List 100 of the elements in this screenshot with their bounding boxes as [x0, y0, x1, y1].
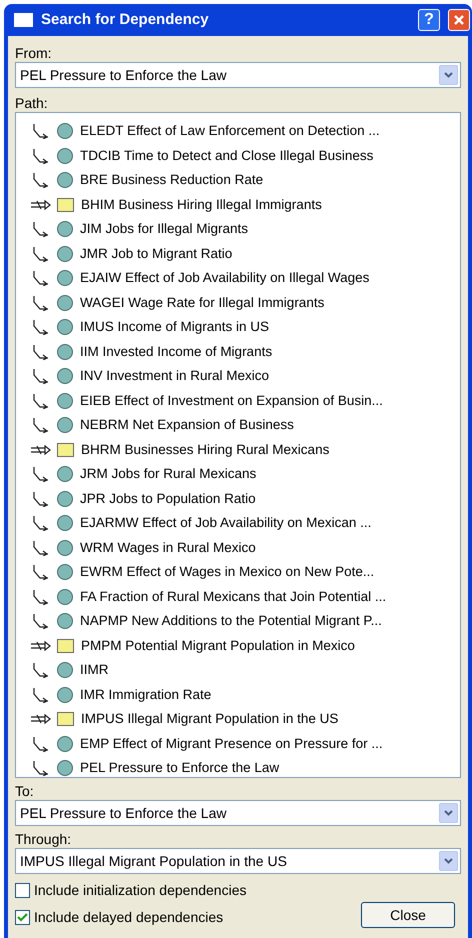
- stock-icon: [57, 198, 74, 212]
- variable-icon: [57, 686, 73, 703]
- field-label: Path:: [15, 94, 49, 112]
- path-item[interactable]: BHRM Businesses Hiring Rural Mexicans: [30, 438, 460, 462]
- item-label: IMR Immigration Rate: [80, 686, 212, 704]
- link-arrow-icon: [32, 123, 50, 140]
- checkbox-label: Include initialization dependencies: [34, 881, 246, 900]
- link-arrow-icon: [32, 246, 50, 262]
- checkbox-label: Include delayed dependencies: [34, 908, 224, 927]
- path-item[interactable]: BHIM Business Hiring Illegal Immigrants: [30, 192, 460, 217]
- variable-icon: [57, 319, 73, 336]
- path-item[interactable]: EMP Effect of Migrant Presence on Pressure for ...: [30, 732, 460, 756]
- path-item[interactable]: PMPM Potential Migrant Population in Mexico: [30, 634, 460, 658]
- item-label: EIEB Effect of Investment on Expansion of Busin...: [80, 392, 383, 410]
- combo-value: PEL Pressure to Enforce the Law: [20, 66, 226, 84]
- path-item[interactable]: TDCIB Time to Detect and Close Illegal Business: [30, 144, 460, 168]
- path-item[interactable]: IMR Immigration Rate: [30, 682, 460, 707]
- close-button[interactable]: Close: [361, 902, 455, 928]
- link-arrow-icon: [32, 417, 50, 434]
- item-label: IIMR: [80, 661, 108, 680]
- checkbox[interactable]: [15, 910, 30, 925]
- flow-arrow-icon: [30, 444, 52, 456]
- variable-icon: [57, 564, 73, 580]
- link-arrow-icon: [32, 344, 50, 360]
- link-arrow-icon: [32, 564, 50, 580]
- path-item[interactable]: IMUS Income of Migrants in US: [30, 315, 460, 340]
- path-item[interactable]: JRM Jobs for Rural Mexicans: [30, 462, 460, 486]
- item-label: JPR Jobs to Population Ratio: [80, 490, 256, 508]
- path-item[interactable]: JPR Jobs to Population Ratio: [30, 486, 460, 511]
- dropdown-icon[interactable]: [439, 803, 458, 823]
- link-arrow-icon: [32, 490, 50, 507]
- path-item[interactable]: JIM Jobs for Illegal Migrants: [30, 217, 460, 242]
- variable-icon: [57, 490, 73, 507]
- path-item[interactable]: IIM Invested Income of Migrants: [30, 340, 460, 364]
- item-label: BRE Business Reduction Rate: [80, 171, 264, 190]
- variable-icon: [57, 270, 73, 286]
- field-label: Through:: [15, 830, 72, 848]
- path-item[interactable]: IMPUS Illegal Migrant Population in the US: [30, 707, 460, 732]
- item-label: BHRM Businesses Hiring Rural Mexicans: [81, 440, 330, 459]
- path-item[interactable]: EJARMW Effect of Job Availability on Mexican ...: [30, 511, 460, 536]
- link-arrow-icon: [32, 294, 50, 311]
- dropdown-icon[interactable]: [439, 851, 458, 871]
- path-item[interactable]: INV Investment in Rural Mexico: [30, 364, 460, 388]
- path-item[interactable]: FA Fraction of Rural Mexicans that Join Potential ...: [30, 584, 460, 609]
- item-label: EJARMW Effect of Job Availability on Mexican ...: [80, 514, 372, 532]
- window-icon: [14, 13, 33, 27]
- link-arrow-icon: [32, 172, 50, 188]
- link-arrow-icon: [32, 613, 50, 630]
- link-arrow-icon: [32, 588, 50, 605]
- field-label: To:: [15, 782, 35, 800]
- link-arrow-icon: [32, 686, 50, 703]
- checkbox[interactable]: [15, 883, 30, 898]
- link-arrow-icon: [32, 466, 50, 482]
- item-label: PEL Pressure to Enforce the Law: [80, 759, 280, 778]
- from-dropdown[interactable]: PEL Pressure to Enforce the Law: [15, 62, 461, 88]
- item-label: IIM Invested Income of Migrants: [80, 342, 272, 361]
- item-label: JRM Jobs for Rural Mexicans: [80, 465, 256, 484]
- item-label: EWRM Effect of Wages in Mexico on New Pote...: [80, 563, 374, 582]
- stock-icon: [57, 712, 74, 726]
- link-arrow-icon: [32, 221, 50, 238]
- path-item[interactable]: EIEB Effect of Investment on Expansion of Busin...: [30, 388, 460, 413]
- item-label: NAPMP New Additions to the Potential Migrant P...: [80, 612, 382, 630]
- path-item[interactable]: EWRM Effect of Wages in Mexico on New Pote...: [30, 560, 460, 584]
- variable-icon: [57, 466, 73, 482]
- dropdown-icon[interactable]: [439, 65, 458, 85]
- link-arrow-icon: [32, 540, 50, 556]
- stock-icon: [57, 442, 74, 457]
- item-label: IMPUS Illegal Migrant Population in the US: [81, 710, 338, 728]
- link-arrow-icon: [32, 392, 50, 409]
- flow-arrow-icon: [30, 198, 52, 211]
- path-item[interactable]: BRE Business Reduction Rate: [30, 168, 460, 192]
- path-item[interactable]: NEBRM Net Expansion of Business: [30, 413, 460, 438]
- item-label: PMPM Potential Migrant Population in Mexico: [81, 636, 355, 655]
- path-item[interactable]: WAGEI Wage Rate for Illegal Immigrants: [30, 290, 460, 315]
- item-label: JMR Job to Migrant Ratio: [80, 244, 232, 263]
- variable-icon: [57, 344, 73, 360]
- item-label: WAGEI Wage Rate for Illegal Immigrants: [80, 294, 324, 312]
- flow-arrow-icon: [30, 640, 52, 652]
- through-dropdown[interactable]: IMPUS Illegal Migrant Population in the US: [15, 848, 461, 874]
- link-arrow-icon: [32, 270, 50, 286]
- path-item[interactable]: ELEDT Effect of Law Enforcement on Detection ...: [30, 119, 460, 144]
- close-icon[interactable]: [448, 9, 470, 31]
- help-button[interactable]: ?: [418, 9, 440, 31]
- variable-icon: [57, 221, 73, 238]
- to-dropdown[interactable]: PEL Pressure to Enforce the Law: [15, 800, 461, 826]
- item-label: ELEDT Effect of Law Enforcement on Detection ...: [80, 122, 380, 140]
- stock-icon: [57, 638, 74, 653]
- variable-icon: [57, 172, 73, 188]
- link-arrow-icon: [32, 148, 50, 164]
- link-arrow-icon: [32, 515, 50, 532]
- variable-icon: [57, 417, 73, 434]
- path-item[interactable]: JMR Job to Migrant Ratio: [30, 242, 460, 266]
- path-item[interactable]: NAPMP New Additions to the Potential Migrant P...: [30, 609, 460, 634]
- combo-value: IMPUS Illegal Migrant Population in the US: [20, 852, 287, 871]
- item-label: NEBRM Net Expansion of Business: [80, 416, 294, 434]
- path-item[interactable]: PEL Pressure to Enforce the Law: [30, 756, 460, 780]
- path-item[interactable]: EJAIW Effect of Job Availability on Illegal Wages: [30, 266, 460, 290]
- path-item[interactable]: IIMR: [30, 658, 460, 682]
- item-label: EMP Effect of Migrant Presence on Pressure for ...: [80, 734, 383, 753]
- path-item[interactable]: WRM Wages in Rural Mexico: [30, 536, 460, 560]
